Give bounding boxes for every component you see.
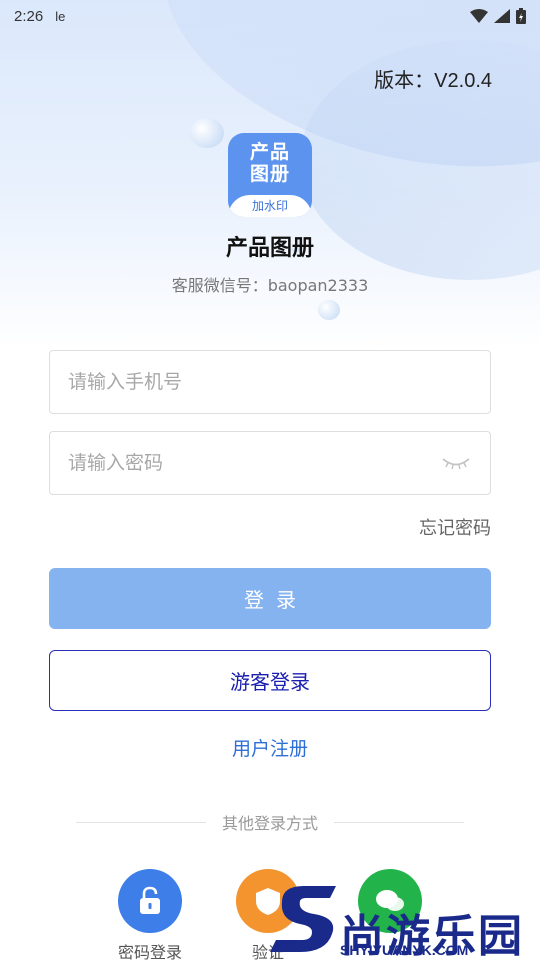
password-login-option[interactable]: 密码登录 [110, 869, 190, 960]
eye-closed-icon[interactable] [440, 454, 472, 472]
divider-line [76, 821, 206, 823]
version-label: 版本：V2.0.4 [374, 70, 492, 92]
forgot-password-link[interactable]: 忘记密码 [419, 514, 491, 540]
register-link[interactable]: 用户注册 [0, 734, 540, 761]
lock-icon[interactable] [118, 869, 182, 933]
logo-tag: 加水印 [228, 195, 312, 217]
phone-input[interactable] [68, 371, 472, 393]
other-login-divider: 其他登录方式 [76, 810, 465, 834]
password-login-label: 密码登录 [117, 943, 182, 960]
watermark-subtext: SHYIYUANYK.COM [340, 942, 469, 958]
app-name: 产品图册 [225, 236, 314, 261]
password-input[interactable] [68, 452, 440, 474]
signal-icon [494, 9, 510, 23]
service-wechat: 客服微信号：baopan2333 [171, 276, 369, 295]
battery-icon [516, 8, 526, 24]
status-time: 2:26 [14, 7, 44, 25]
status-bar: 2:26 le [0, 0, 540, 32]
decor-droplet [190, 118, 224, 148]
carrier-icon: le [55, 8, 66, 24]
logo-line1: 产品 [249, 141, 290, 163]
logo-line2: 图册 [249, 163, 290, 185]
app-logo: 产品 图册 加水印 [228, 133, 312, 217]
password-field[interactable] [49, 431, 491, 495]
wifi-icon [470, 9, 488, 23]
decor-droplet [318, 300, 340, 320]
other-login-title: 其他登录方式 [222, 814, 319, 833]
divider-line [334, 821, 465, 823]
phone-field[interactable] [49, 350, 491, 414]
guest-login-button[interactable]: 游客登录 [49, 650, 491, 711]
login-button[interactable]: 登录 [49, 568, 491, 629]
